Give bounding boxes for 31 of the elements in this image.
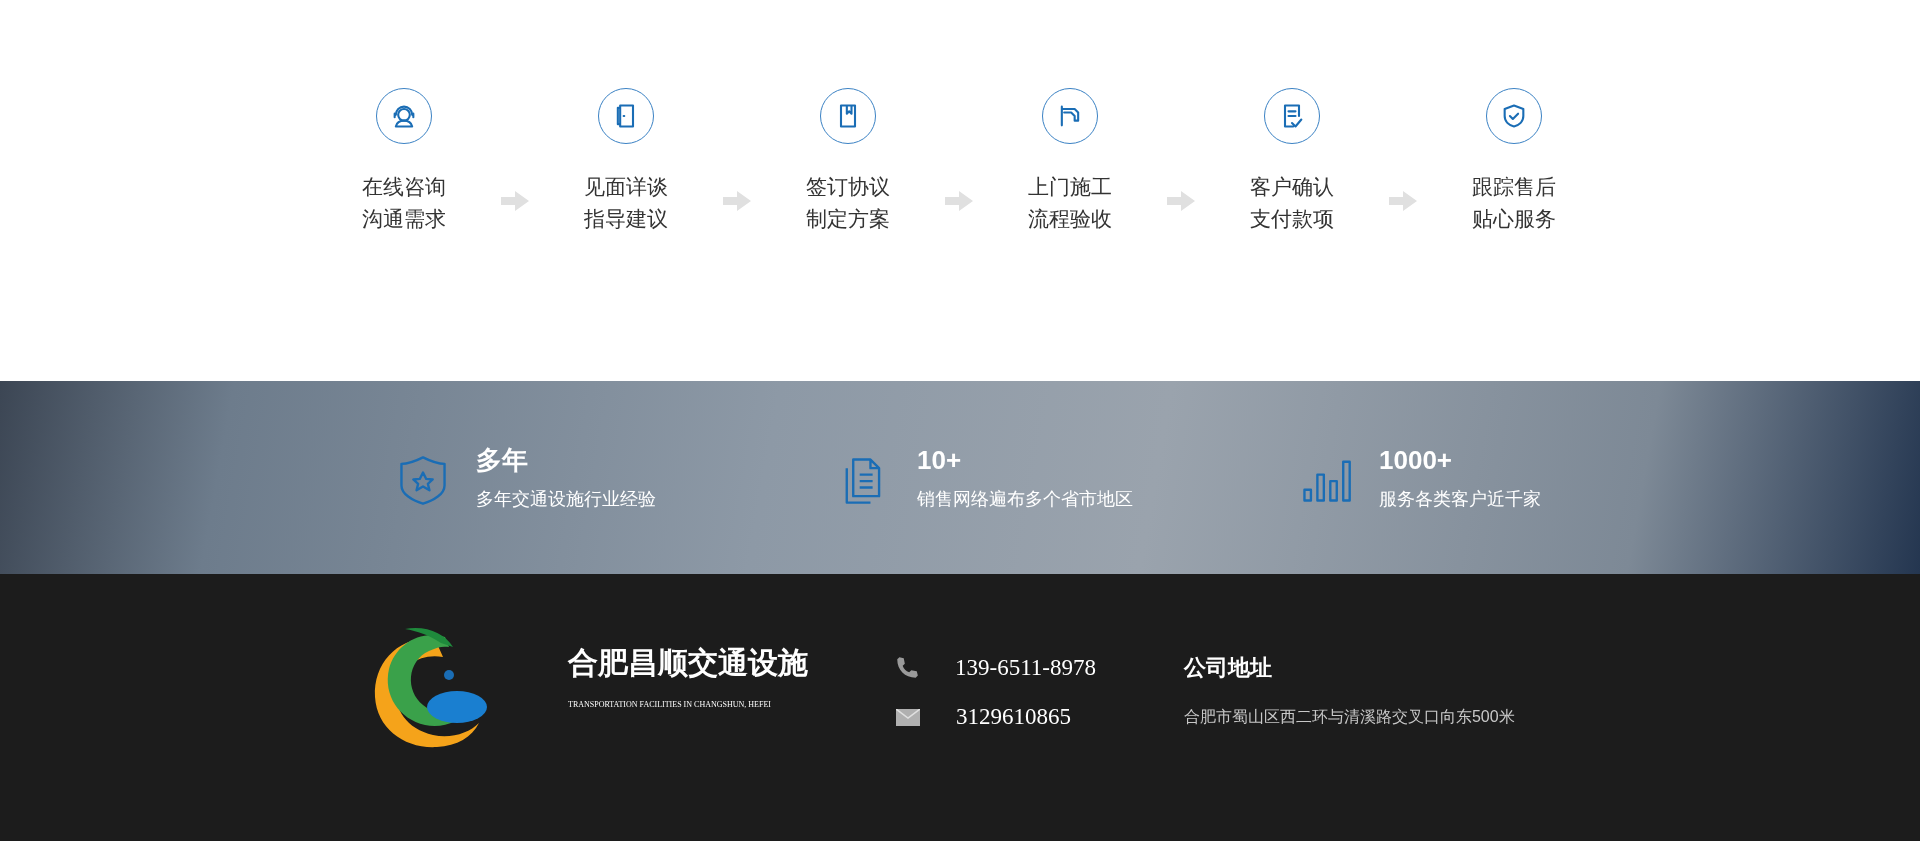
- step-label: 制定方案: [806, 206, 890, 232]
- arrow-icon: [501, 191, 529, 211]
- stat-value: 10+: [917, 445, 963, 475]
- address-text: 合肥市蜀山区西二环与清溪路交叉口向东500米: [1183, 707, 1515, 727]
- arrow-icon: [1389, 191, 1417, 211]
- step-label: 在线咨询: [362, 174, 446, 200]
- stat-value: 多年: [476, 445, 529, 475]
- step-label: 跟踪售后: [1472, 174, 1556, 200]
- stat-description: 销售网络遍布多个省市地区: [917, 488, 1133, 511]
- email-address: 3129610865: [956, 703, 1071, 731]
- step-label: 客户确认: [1250, 174, 1334, 200]
- address-title: 公司地址: [1183, 654, 1273, 682]
- company-name-english: TRANSPORTATION FACILITIES IN CHANGSHUN, HEFEI: [568, 700, 772, 710]
- step-label: 指导建议: [584, 206, 668, 232]
- phone-number: 139-6511-8978: [955, 654, 1096, 682]
- arrow-icon: [945, 191, 973, 211]
- phone-icon: [894, 655, 920, 681]
- arrow-icon: [1167, 191, 1195, 211]
- step-label: 沟通需求: [362, 206, 446, 232]
- stat-description: 服务各类客户近千家: [1379, 488, 1541, 511]
- step-label: 贴心服务: [1472, 206, 1556, 232]
- step-label: 支付款项: [1250, 206, 1334, 232]
- step-label: 签订协议: [806, 174, 890, 200]
- step-label: 上门施工: [1028, 174, 1112, 200]
- stat-description: 多年交通设施行业经验: [476, 488, 656, 511]
- envelope-icon: [896, 708, 920, 726]
- arrow-icon: [723, 191, 751, 211]
- stat-value: 1000+: [1379, 445, 1454, 475]
- step-label: 流程验收: [1028, 206, 1112, 232]
- company-name: 合肥昌顺交通设施: [568, 645, 808, 681]
- step-label: 见面详谈: [584, 174, 668, 200]
